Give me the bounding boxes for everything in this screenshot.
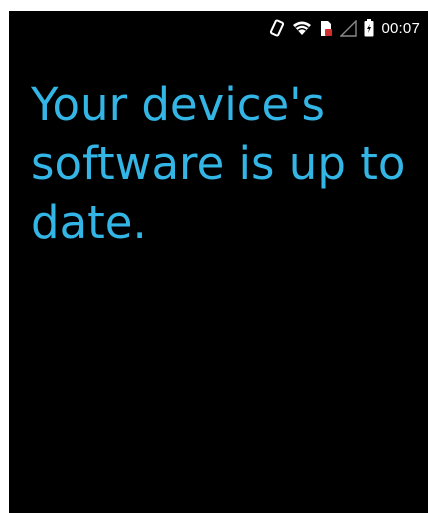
device-screen: 00:07 Your device's software is up to da… (9, 11, 428, 513)
update-status-message: Your device's software is up to date. (31, 75, 411, 252)
wifi-icon (292, 20, 312, 36)
battery-icon (364, 19, 374, 37)
status-bar: 00:07 (9, 11, 428, 45)
sim-card-icon (319, 20, 333, 37)
signal-strength-icon (340, 19, 358, 37)
message-line: Your device's (31, 78, 325, 131)
status-clock: 00:07 (381, 19, 420, 37)
message-line: date. (31, 196, 147, 249)
screen-rotation-icon (269, 19, 285, 37)
message-line: software is up to (31, 137, 406, 190)
